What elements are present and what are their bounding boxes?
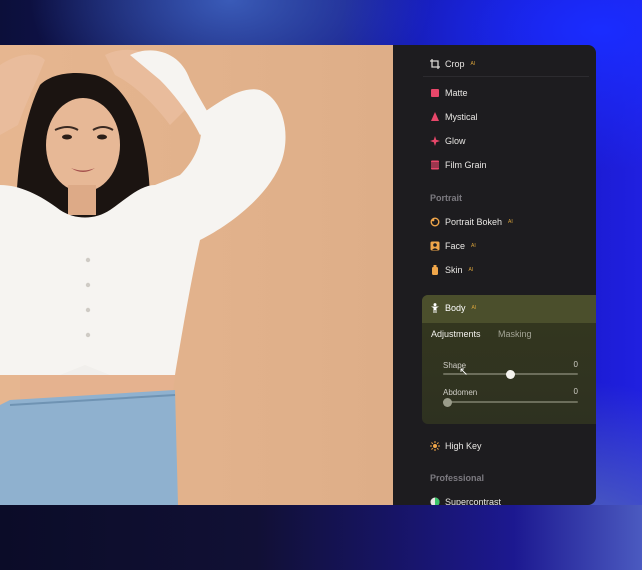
high-key-item[interactable]: High Key <box>430 441 482 451</box>
ai-badge: AI <box>508 219 513 225</box>
mystical-icon <box>430 112 440 122</box>
effect-label: Glow <box>445 136 466 146</box>
body-item[interactable]: Body AI <box>430 303 476 313</box>
effect-item-film-grain[interactable]: Film Grain <box>430 160 487 170</box>
tab-adjustments[interactable]: Adjustments <box>431 329 481 339</box>
ai-badge: AI <box>468 267 474 273</box>
ai-badge: AI <box>471 243 476 249</box>
shape-slider-knob[interactable] <box>506 369 515 379</box>
supercontrast-item[interactable]: Supercontrast <box>430 497 501 505</box>
glow-icon <box>430 136 440 146</box>
portrait-item-face[interactable]: Face AI <box>430 241 476 251</box>
matte-icon <box>430 88 440 98</box>
supercontrast-label: Supercontrast <box>445 497 502 505</box>
portrait-item-bokeh[interactable]: Portrait Bokeh AI <box>430 217 513 227</box>
section-professional: Professional <box>430 473 485 483</box>
slider-label-abdomen: Abdomen <box>443 388 478 397</box>
section-portrait: Portrait <box>430 193 463 203</box>
photo-preview[interactable] <box>0 45 393 505</box>
high-key-label: High Key <box>445 441 482 451</box>
background-gradient <box>0 505 642 570</box>
body-label: Body <box>445 303 466 313</box>
portrait-item-label: Face <box>445 241 466 251</box>
effect-item-mystical[interactable]: Mystical <box>430 112 478 122</box>
portrait-item-label: Portrait Bokeh <box>445 217 503 227</box>
tab-masking[interactable]: Masking <box>498 329 532 339</box>
supercontrast-icon <box>430 497 440 505</box>
slider-value-abdomen: 0 <box>573 387 578 396</box>
portrait-item-skin[interactable]: Skin AI <box>430 265 473 275</box>
body-icon <box>430 303 440 313</box>
portrait-bokeh-icon <box>430 217 440 227</box>
effect-item-glow[interactable]: Glow <box>430 136 466 146</box>
film-grain-icon <box>430 160 440 170</box>
portrait-photo <box>0 45 393 505</box>
effect-label: Film Grain <box>445 160 487 170</box>
face-icon <box>430 241 440 251</box>
crop-label: Crop <box>445 59 465 69</box>
adjustments-panel: Crop AI Matte Mystical Glow Film Grain Po… <box>393 45 596 505</box>
abdomen-slider-knob[interactable] <box>442 397 452 407</box>
effect-label: Mystical <box>445 112 478 122</box>
skin-icon <box>430 265 440 275</box>
effect-label: Matte <box>445 88 468 98</box>
crop-item[interactable]: Crop AI <box>430 59 475 69</box>
divider <box>423 76 589 77</box>
cursor-icon: ↖ <box>459 366 469 378</box>
effect-item-matte[interactable]: Matte <box>430 88 468 98</box>
portrait-item-label: Skin <box>445 265 463 275</box>
high-key-icon <box>430 441 440 451</box>
ai-badge: AI <box>471 305 477 311</box>
slider-value-shape: 0 <box>573 360 578 369</box>
crop-icon <box>430 59 440 69</box>
body-tool-expanded: Body AI Adjustments Masking Shape 0 ↖ Abd… <box>422 295 596 424</box>
crop-ai-badge: AI <box>470 61 476 67</box>
abdomen-slider-track[interactable] <box>443 401 578 403</box>
